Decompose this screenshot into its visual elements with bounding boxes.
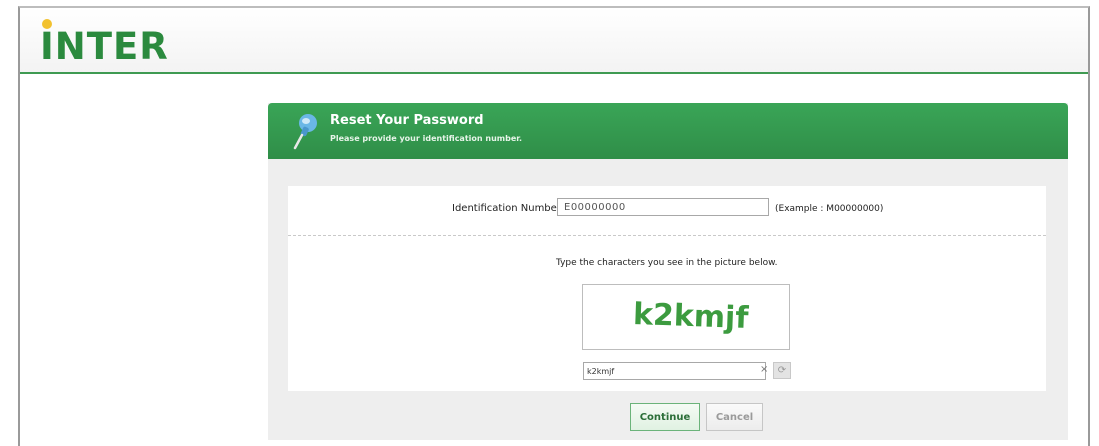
refresh-icon[interactable]: ⟳ bbox=[773, 362, 791, 379]
reset-password-panel: Reset Your Password Please provide your … bbox=[268, 103, 1068, 440]
reset-form: Identification Number (Example : M000000… bbox=[288, 186, 1046, 391]
pushpin-icon bbox=[293, 114, 317, 150]
captcha-image-text: k2kmjf bbox=[632, 296, 749, 337]
clear-icon[interactable]: × bbox=[760, 364, 768, 375]
top-header-bar: INTER bbox=[20, 8, 1088, 74]
identification-number-label: Identification Number bbox=[452, 203, 561, 214]
panel-subtitle: Please provide your identification numbe… bbox=[330, 134, 523, 143]
captcha-input[interactable] bbox=[583, 362, 766, 380]
inter-logo[interactable]: INTER bbox=[40, 28, 169, 65]
continue-button[interactable]: Continue bbox=[630, 403, 700, 431]
section-divider bbox=[288, 235, 1046, 236]
cancel-button[interactable]: Cancel bbox=[706, 403, 763, 431]
captcha-image: k2kmjf bbox=[582, 284, 790, 350]
identification-number-input[interactable] bbox=[557, 198, 769, 216]
panel-header: Reset Your Password Please provide your … bbox=[268, 103, 1068, 159]
identification-example-hint: (Example : M00000000) bbox=[775, 204, 884, 214]
panel-title: Reset Your Password bbox=[330, 113, 484, 128]
captcha-instructions: Type the characters you see in the pictu… bbox=[556, 258, 778, 268]
